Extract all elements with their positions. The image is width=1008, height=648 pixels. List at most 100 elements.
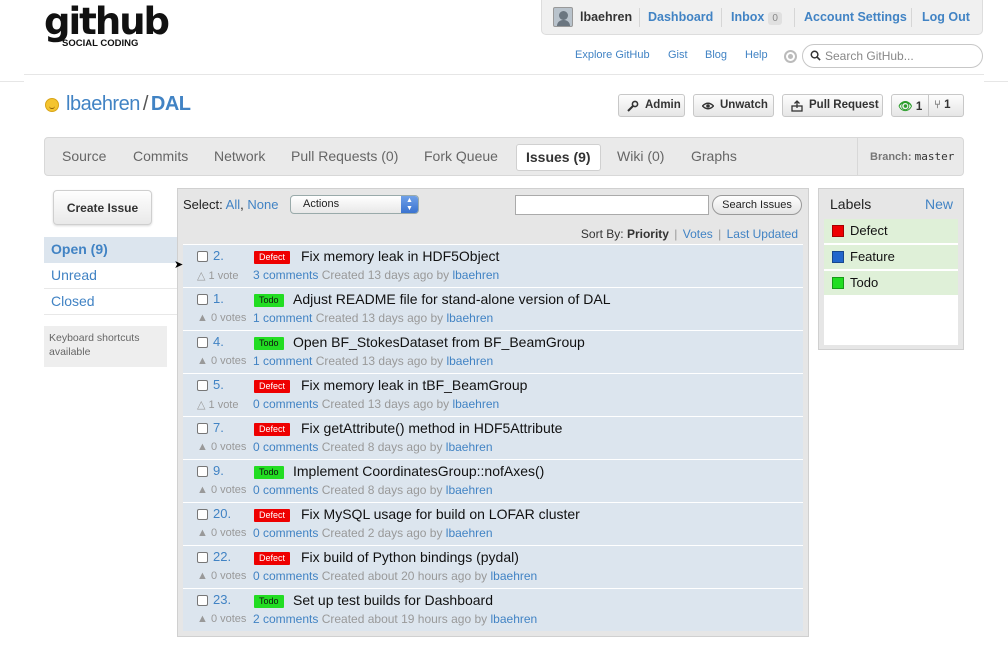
account-settings-link[interactable]: Account Settings (804, 10, 907, 24)
avatar[interactable] (553, 7, 573, 27)
label-item[interactable]: Defect (824, 219, 958, 244)
sort-priority[interactable]: Priority (627, 227, 669, 241)
issue-checkbox[interactable] (197, 337, 208, 348)
admin-button[interactable]: Admin (618, 94, 685, 117)
pull-request-button[interactable]: Pull Request (782, 94, 883, 117)
issue-author-link[interactable]: lbaehren (491, 612, 538, 626)
issue-author-link[interactable]: lbaehren (446, 440, 493, 454)
issue-row[interactable]: ➤ 2. Defect Fix memory leak in HDF5Object △ … (174, 244, 803, 287)
issue-label-badge[interactable]: Todo (254, 294, 284, 307)
tab-graphs[interactable]: Graphs (691, 148, 737, 164)
issue-number[interactable]: 22. (213, 549, 231, 564)
issue-author-link[interactable]: lbaehren (446, 526, 493, 540)
issue-title[interactable]: Fix memory leak in HDF5Object (301, 248, 499, 264)
search-input[interactable] (825, 49, 975, 63)
issue-title[interactable]: Set up test builds for Dashboard (293, 592, 493, 608)
branch-selector[interactable]: Branch: master (857, 138, 963, 175)
issue-title[interactable]: Fix MySQL usage for build on LOFAR clust… (301, 506, 580, 522)
dashboard-link[interactable]: Dashboard (648, 10, 713, 24)
issue-author-link[interactable]: lbaehren (446, 483, 493, 497)
actions-dropdown[interactable]: Actions ▲ ▼ (290, 195, 419, 214)
tab-issues[interactable]: Issues (9) (516, 144, 601, 171)
issue-title[interactable]: Fix build of Python bindings (pydal) (301, 549, 519, 565)
issue-comments-link[interactable]: 3 comments (253, 268, 318, 282)
issue-votes[interactable]: ▲ 0 votes (197, 441, 246, 453)
issue-title[interactable]: Fix memory leak in tBF_BeamGroup (301, 377, 527, 393)
search-issues-button[interactable]: Search Issues (712, 195, 802, 215)
issue-row[interactable]: 5. Defect Fix memory leak in tBF_BeamGroup… (183, 373, 803, 416)
tab-wiki[interactable]: Wiki (0) (617, 148, 664, 164)
issue-number[interactable]: 9. (213, 463, 224, 478)
issue-comments-link[interactable]: 0 comments (253, 483, 318, 497)
username-link[interactable]: lbaehren (580, 10, 632, 24)
label-item[interactable]: Feature (824, 245, 958, 270)
issue-votes[interactable]: ▲ 0 votes (197, 527, 246, 539)
issue-checkbox[interactable] (197, 595, 208, 606)
repo-name-link[interactable]: DAL (151, 93, 191, 115)
issue-label-badge[interactable]: Todo (254, 466, 284, 479)
issue-row[interactable]: 9. Todo Implement CoordinatesGroup::nofAxe… (183, 459, 803, 502)
issue-row[interactable]: 22. Defect Fix build of Python bindings (p… (183, 545, 803, 588)
issue-label-badge[interactable]: Defect (254, 423, 291, 436)
sort-updated-link[interactable]: Last Updated (727, 227, 798, 241)
new-label-link[interactable]: New (925, 196, 953, 212)
tab-commits[interactable]: Commits (133, 148, 188, 164)
issue-title[interactable]: Open BF_StokesDataset from BF_BeamGroup (293, 334, 585, 350)
issue-comments-link[interactable]: 0 comments (253, 440, 318, 454)
filter-open[interactable]: Open (9) (44, 237, 178, 263)
watchers-forks-counter[interactable]: 👁 1 ⑂ 1 (891, 94, 964, 117)
issue-votes[interactable]: ▲ 0 votes (197, 613, 246, 625)
issue-label-badge[interactable]: Todo (254, 337, 284, 350)
gist-link[interactable]: Gist (668, 49, 688, 61)
issue-checkbox[interactable] (197, 423, 208, 434)
select-none-link[interactable]: None (247, 197, 278, 212)
issue-comments-link[interactable]: 2 comments (253, 612, 318, 626)
filter-unread[interactable]: Unread (44, 263, 178, 289)
tab-source[interactable]: Source (62, 148, 106, 164)
issue-author-link[interactable]: lbaehren (446, 311, 493, 325)
select-all-link[interactable]: All (226, 197, 240, 212)
issue-comments-link[interactable]: 0 comments (253, 397, 318, 411)
issue-title[interactable]: Fix getAttribute() method in HDF5Attribu… (301, 420, 562, 436)
issue-row[interactable]: 23. Todo Set up test builds for Dashboard ▲… (183, 588, 803, 631)
issue-number[interactable]: 2. (213, 248, 224, 263)
issue-votes[interactable]: ▲ 0 votes (197, 484, 246, 496)
issue-search-input[interactable] (515, 195, 709, 215)
issue-author-link[interactable]: lbaehren (452, 397, 499, 411)
issue-label-badge[interactable]: Defect (254, 552, 291, 565)
keyboard-shortcuts-note[interactable]: Keyboard shortcuts available (44, 326, 167, 367)
advanced-search-icon[interactable] (784, 50, 797, 63)
issue-number[interactable]: 23. (213, 592, 231, 607)
issue-comments-link[interactable]: 1 comment (253, 354, 312, 368)
issue-row[interactable]: 1. Todo Adjust README file for stand-alone… (183, 287, 803, 330)
explore-link[interactable]: Explore GitHub (575, 49, 650, 61)
issue-label-badge[interactable]: Todo (254, 595, 284, 608)
issue-label-badge[interactable]: Defect (254, 509, 291, 522)
issue-number[interactable]: 7. (213, 420, 224, 435)
issue-number[interactable]: 4. (213, 334, 224, 349)
filter-closed[interactable]: Closed (44, 289, 178, 315)
issue-comments-link[interactable]: 0 comments (253, 526, 318, 540)
issue-author-link[interactable]: lbaehren (491, 569, 538, 583)
forks-count[interactable]: ⑂ 1 (934, 99, 951, 111)
label-item[interactable]: Todo (824, 271, 958, 296)
issue-votes[interactable]: △ 1 vote (197, 269, 238, 282)
issue-number[interactable]: 1. (213, 291, 224, 306)
tab-fork-queue[interactable]: Fork Queue (424, 148, 498, 164)
watchers-count[interactable]: 👁 1 (898, 99, 922, 113)
issue-comments-link[interactable]: 1 comment (253, 311, 312, 325)
issue-row[interactable]: 20. Defect Fix MySQL usage for build on LO… (183, 502, 803, 545)
issue-checkbox[interactable] (197, 251, 208, 262)
issue-number[interactable]: 5. (213, 377, 224, 392)
issue-checkbox[interactable] (197, 466, 208, 477)
issue-label-badge[interactable]: Defect (254, 251, 291, 264)
issue-author-link[interactable]: lbaehren (452, 268, 499, 282)
issue-title[interactable]: Adjust README file for stand-alone versi… (293, 291, 610, 307)
issue-label-badge[interactable]: Defect (254, 380, 291, 393)
issue-votes[interactable]: ▲ 0 votes (197, 355, 246, 367)
blog-link[interactable]: Blog (705, 49, 727, 61)
issue-row[interactable]: 7. Defect Fix getAttribute() method in HDF… (183, 416, 803, 459)
unwatch-button[interactable]: Unwatch (693, 94, 774, 117)
site-search[interactable] (802, 44, 983, 68)
inbox-link[interactable]: Inbox 0 (731, 10, 782, 25)
